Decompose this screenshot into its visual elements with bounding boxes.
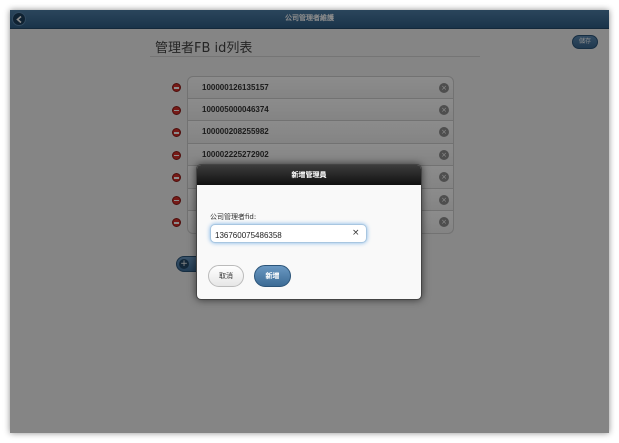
add-button[interactable]: 新增 <box>254 265 291 287</box>
cancel-button[interactable]: 取消 <box>208 265 244 287</box>
fid-input[interactable] <box>210 224 367 243</box>
fid-field-label: 公司管理者fid: <box>210 213 257 221</box>
dialog-header: 新增管理員 <box>197 165 421 185</box>
dialog-title: 新增管理員 <box>291 171 327 179</box>
clear-input-icon[interactable]: × <box>352 228 360 238</box>
add-admin-dialog: 新增管理員 公司管理者fid: × 取消 新增 <box>196 164 422 300</box>
app-window: 公司管理者維護 儲存 管理者FB id列表 100000126135157 × … <box>10 10 609 433</box>
